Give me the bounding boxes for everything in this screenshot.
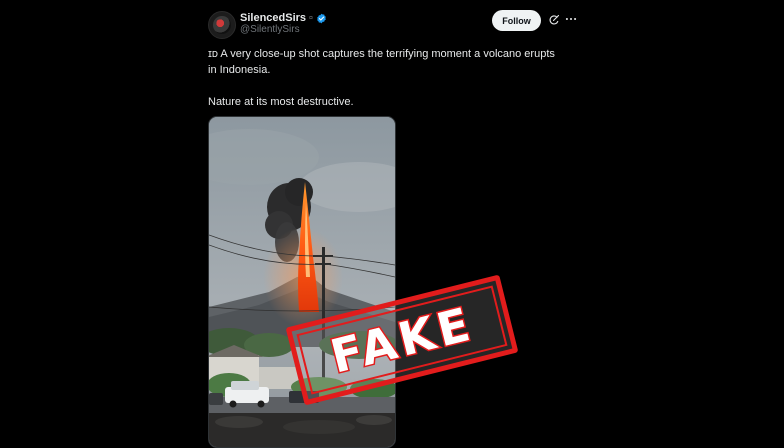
tweet-text: ɪᴅ A very close-up shot captures the ter… xyxy=(208,46,588,110)
tweet-text-gap xyxy=(208,78,588,94)
author-avatar[interactable] xyxy=(208,11,236,39)
verified-badge-icon xyxy=(317,13,326,23)
tweet-text-line: Nature at its most destructive. xyxy=(208,96,354,108)
tweet-text-line: ɪᴅ A very close-up shot captures the ter… xyxy=(208,48,555,60)
affiliate-badge: ¤ xyxy=(309,14,313,22)
tweet-media-video[interactable] xyxy=(208,116,396,448)
more-options-icon[interactable] xyxy=(564,12,578,26)
author-handle[interactable]: @SilentlySirs xyxy=(240,24,300,35)
avatar-icon xyxy=(213,16,231,34)
tweet-text-line: in Indonesia. xyxy=(208,64,271,76)
follow-button[interactable]: Follow xyxy=(492,10,541,31)
grok-icon[interactable] xyxy=(548,14,560,26)
tweet-post: SilencedSirs ¤ @SilentlySirs Follow ɪᴅ A… xyxy=(0,0,784,448)
author-display-name[interactable]: SilencedSirs xyxy=(240,12,306,24)
